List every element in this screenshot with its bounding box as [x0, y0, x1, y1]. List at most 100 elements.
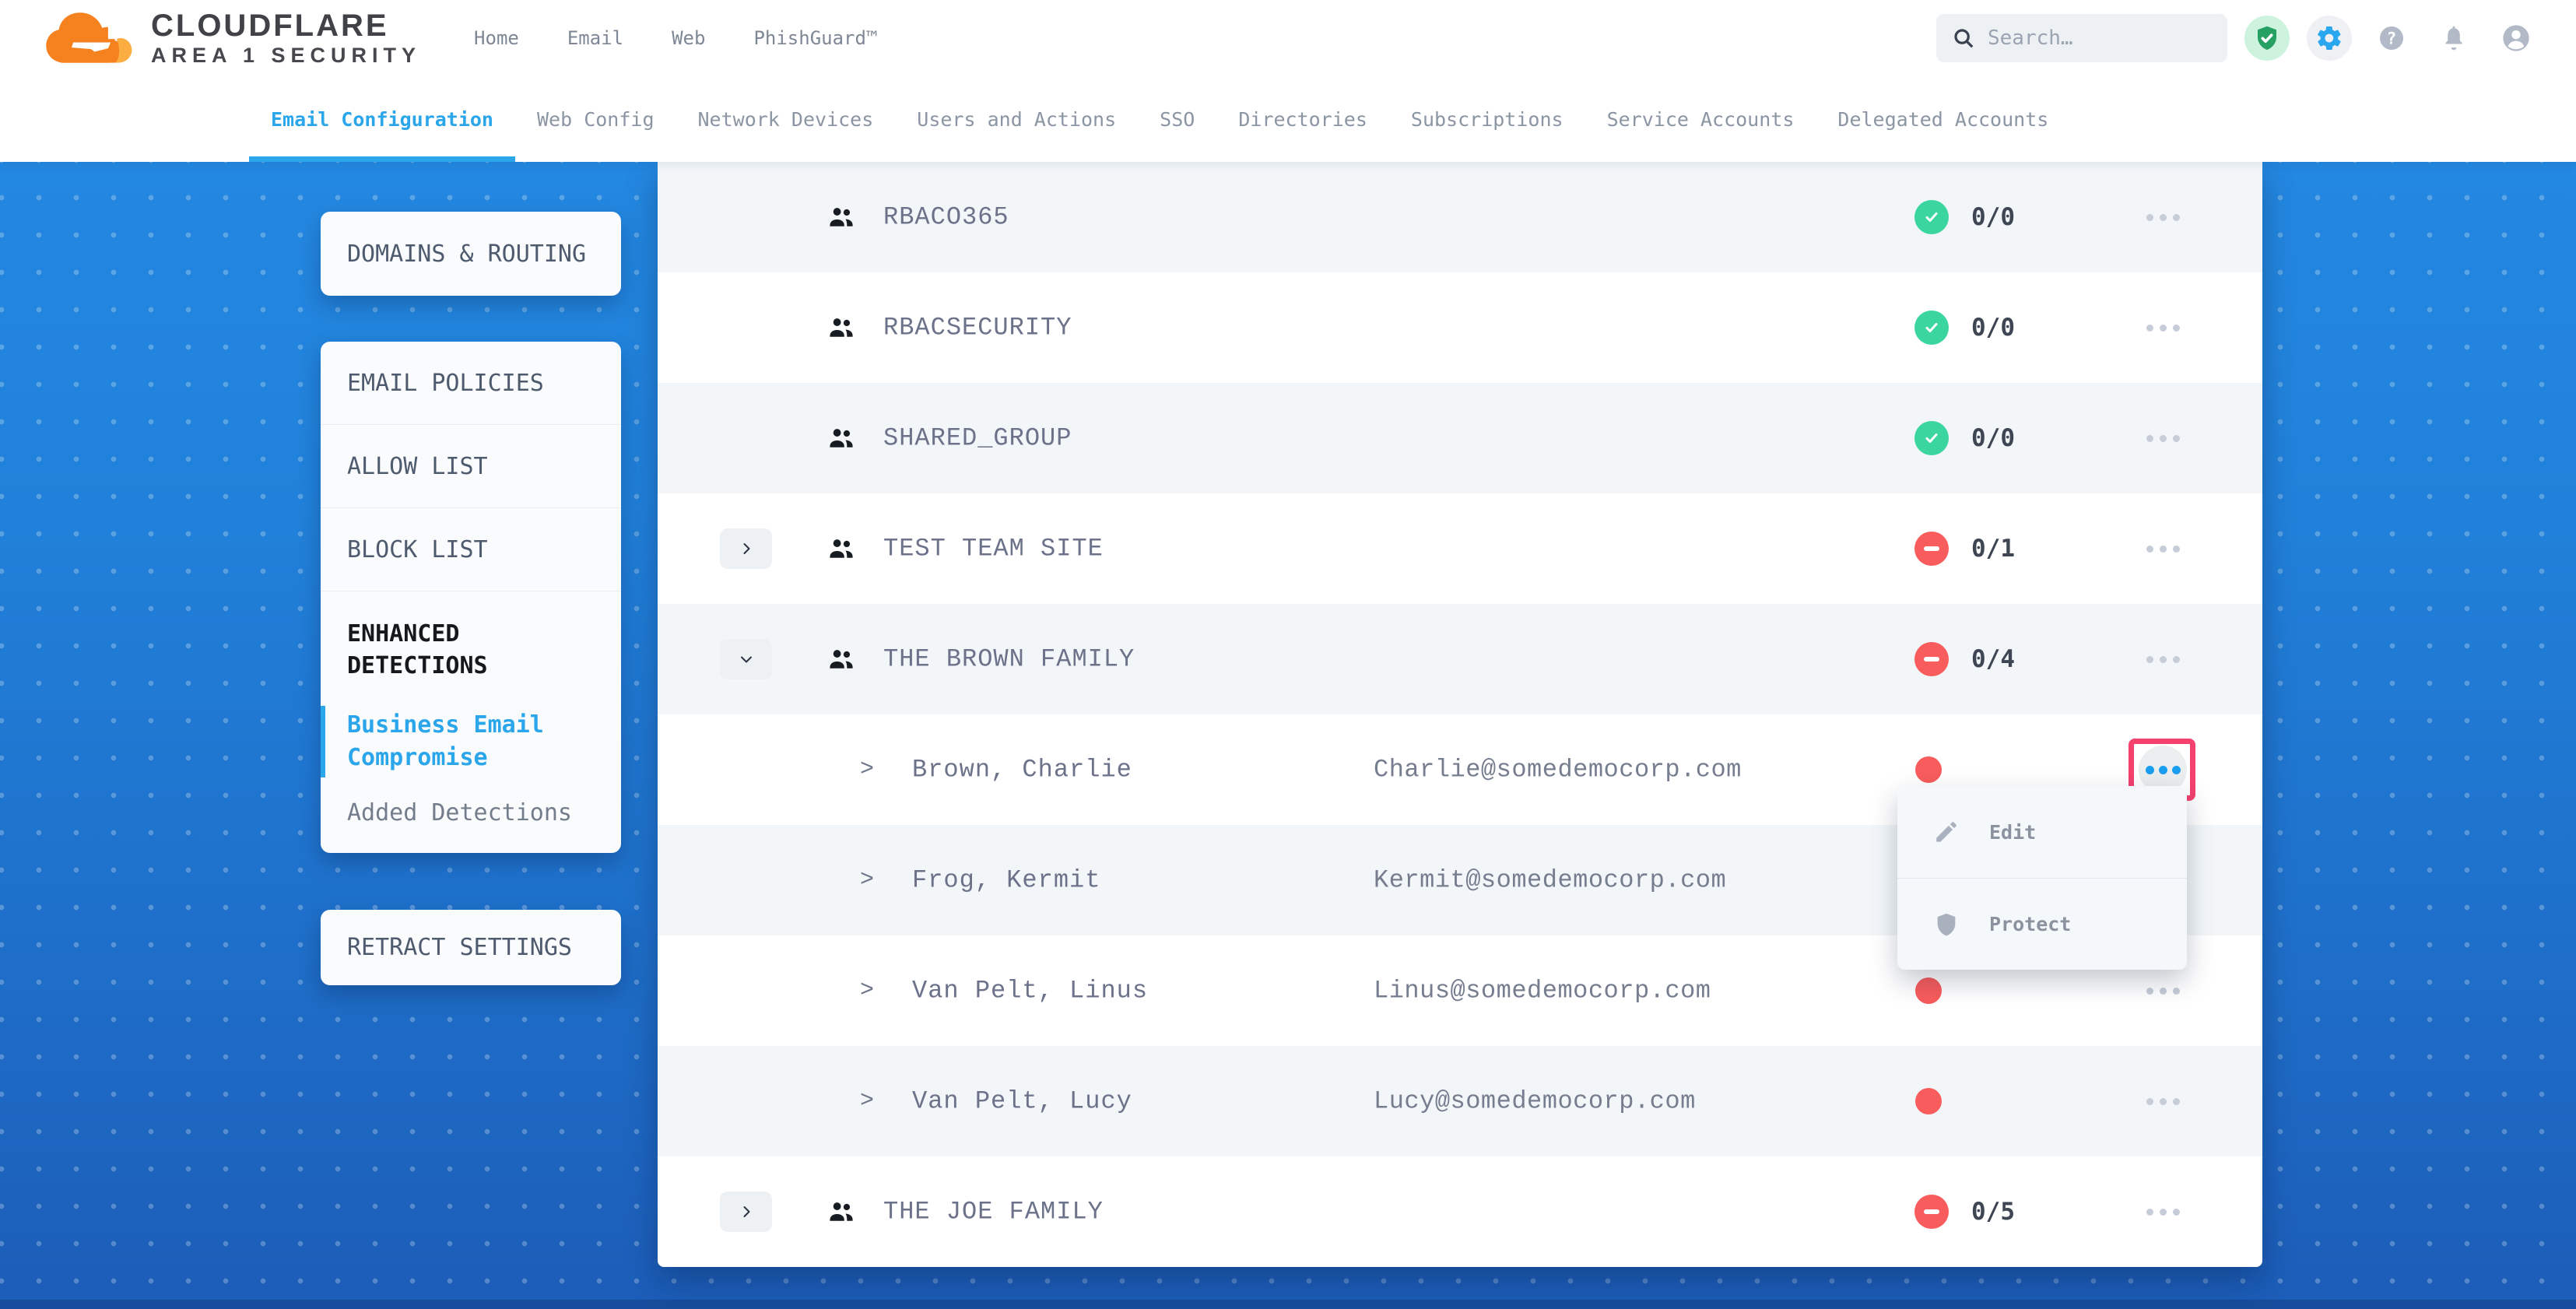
tab-sso[interactable]: SSO [1138, 76, 1216, 162]
top-header: CLOUDFLARE AREA 1 SECURITY Home Email We… [0, 0, 2576, 76]
tab-service-accounts[interactable]: Service Accounts [1585, 76, 1816, 162]
tab-directories[interactable]: Directories [1216, 76, 1389, 162]
top-nav-web[interactable]: Web [672, 27, 705, 49]
row-actions-button[interactable] [2128, 1188, 2198, 1236]
cloudflare-cloud-icon [44, 10, 137, 66]
content-background: DOMAINS & ROUTING EMAIL POLICIES ALLOW L… [0, 162, 2576, 1309]
table-row[interactable]: THE BROWN FAMILY 0/4 [658, 604, 2262, 714]
pencil-icon [1933, 819, 1960, 845]
tab-web-config[interactable]: Web Config [515, 76, 676, 162]
status-blocked-badge [1914, 642, 1949, 676]
row-actions-button[interactable] [2128, 967, 2198, 1015]
svg-text:?: ? [2387, 30, 2397, 48]
sidebar-email-policies-card: EMAIL POLICIES ALLOW LIST BLOCK LIST ENH… [321, 342, 621, 853]
menu-item-protect[interactable]: Protect [1897, 878, 2187, 970]
brand-subtitle: AREA 1 SECURITY [151, 44, 421, 66]
row-actions-button[interactable] [2128, 525, 2198, 573]
sidebar-item-email-policies[interactable]: EMAIL POLICIES [321, 342, 621, 425]
bell-icon[interactable] [2431, 16, 2476, 61]
shield-check-icon[interactable] [2244, 16, 2290, 61]
sidebar-item-allow-list[interactable]: ALLOW LIST [321, 425, 621, 508]
avatar-icon[interactable] [2494, 16, 2539, 61]
group-icon [826, 423, 856, 453]
domains-routing-label: DOMAINS & ROUTING [347, 240, 586, 268]
app-window: CLOUDFLARE AREA 1 SECURITY Home Email We… [0, 0, 2576, 1309]
protection-count: 0/5 [1971, 1198, 2015, 1226]
groups-table: RBACO365 0/0 RBACSECURITY 0/0 [658, 162, 2262, 1267]
logo-text: CLOUDFLARE AREA 1 SECURITY [151, 9, 421, 66]
menu-item-edit[interactable]: Edit [1897, 786, 2187, 878]
row-actions-button[interactable] [2128, 193, 2198, 241]
status-ok-badge [1914, 200, 1949, 234]
top-nav-phishguard[interactable]: PhishGuard™ [753, 27, 877, 49]
chevron-down-icon [737, 650, 756, 669]
enhanced-detections-label[interactable]: ENHANCED DETECTIONS [347, 618, 595, 683]
row-actions-button[interactable] [2128, 635, 2198, 683]
protection-count: 0/0 [1971, 424, 2015, 452]
brand-title: CLOUDFLARE [151, 9, 421, 42]
user-email: Linus@somedemocorp.com [1374, 977, 1711, 1005]
shield-icon [1933, 911, 1960, 938]
status-ok-badge [1914, 421, 1949, 455]
table-row[interactable]: SHARED_GROUP 0/0 [658, 383, 2262, 493]
sidebar-item-added-detections[interactable]: Added Detections [347, 799, 595, 826]
expand-row-button[interactable] [720, 528, 772, 569]
chevron-right-icon [737, 1202, 756, 1221]
user-caret[interactable]: > [860, 977, 874, 1004]
table-row[interactable]: RBACSECURITY 0/0 [658, 272, 2262, 383]
group-name: TEST TEAM SITE [883, 535, 1104, 563]
sidebar-item-domains-routing[interactable]: DOMAINS & ROUTING [321, 212, 621, 296]
group-icon [826, 534, 856, 563]
gear-icon[interactable] [2307, 16, 2352, 61]
protection-count: 0/0 [1971, 203, 2015, 231]
top-nav-email[interactable]: Email [567, 27, 623, 49]
top-nav-home[interactable]: Home [474, 27, 519, 49]
group-name: RBACSECURITY [883, 314, 1072, 342]
user-caret[interactable]: > [860, 1088, 874, 1114]
cloudflare-logo[interactable]: CLOUDFLARE AREA 1 SECURITY [44, 9, 421, 66]
protection-count: 0/1 [1971, 535, 2015, 563]
row-actions-button[interactable] [2128, 414, 2198, 462]
tab-email-configuration[interactable]: Email Configuration [249, 76, 515, 162]
tab-network-devices[interactable]: Network Devices [676, 76, 896, 162]
group-name: THE JOE FAMILY [883, 1198, 1104, 1227]
row-context-menu: Edit Protect [1897, 786, 2187, 970]
protection-count: 0/0 [1971, 314, 2015, 342]
user-email: Kermit@somedemocorp.com [1374, 866, 1726, 895]
sidebar-item-business-email-compromise[interactable]: Business Email Compromise [321, 706, 595, 777]
row-actions-button[interactable] [2128, 304, 2198, 352]
status-flagged-dot [1915, 977, 1942, 1004]
group-name: SHARED_GROUP [883, 424, 1072, 453]
user-caret[interactable]: > [860, 867, 874, 893]
help-icon[interactable]: ? [2369, 16, 2414, 61]
retract-settings-label: RETRACT SETTINGS [347, 934, 572, 961]
protection-count: 0/4 [1971, 645, 2015, 673]
user-email: Lucy@somedemocorp.com [1374, 1087, 1696, 1116]
group-name: RBACO365 [883, 203, 1009, 232]
expand-row-button[interactable] [720, 1191, 772, 1232]
user-name: Van Pelt, Linus [912, 977, 1148, 1005]
table-row[interactable]: TEST TEAM SITE 0/1 [658, 493, 2262, 604]
status-blocked-badge [1914, 532, 1949, 566]
tab-delegated-accounts[interactable]: Delegated Accounts [1816, 76, 2070, 162]
tab-subscriptions[interactable]: Subscriptions [1389, 76, 1585, 162]
user-caret[interactable]: > [860, 756, 874, 783]
chevron-right-icon [737, 539, 756, 558]
group-icon [826, 202, 856, 232]
search-input[interactable] [1988, 26, 2212, 50]
row-actions-button[interactable] [2128, 1077, 2198, 1125]
search-box[interactable] [1936, 14, 2227, 62]
sidebar-item-block-list[interactable]: BLOCK LIST [321, 508, 621, 591]
table-row[interactable]: RBACO365 0/0 [658, 162, 2262, 272]
sidebar-section-enhanced-detections: ENHANCED DETECTIONS Business Email Compr… [321, 591, 621, 826]
collapse-row-button[interactable] [720, 639, 772, 679]
group-icon [826, 644, 856, 674]
tab-users-and-actions[interactable]: Users and Actions [895, 76, 1138, 162]
group-icon [826, 1197, 856, 1227]
status-flagged-dot [1915, 1088, 1942, 1114]
table-row[interactable]: THE JOE FAMILY 0/5 [658, 1156, 2262, 1267]
table-row-user[interactable]: > Van Pelt, Lucy Lucy@somedemocorp.com [658, 1046, 2262, 1156]
status-ok-badge [1914, 311, 1949, 345]
sidebar-item-retract-settings[interactable]: RETRACT SETTINGS [321, 910, 621, 985]
status-flagged-dot [1915, 756, 1942, 783]
